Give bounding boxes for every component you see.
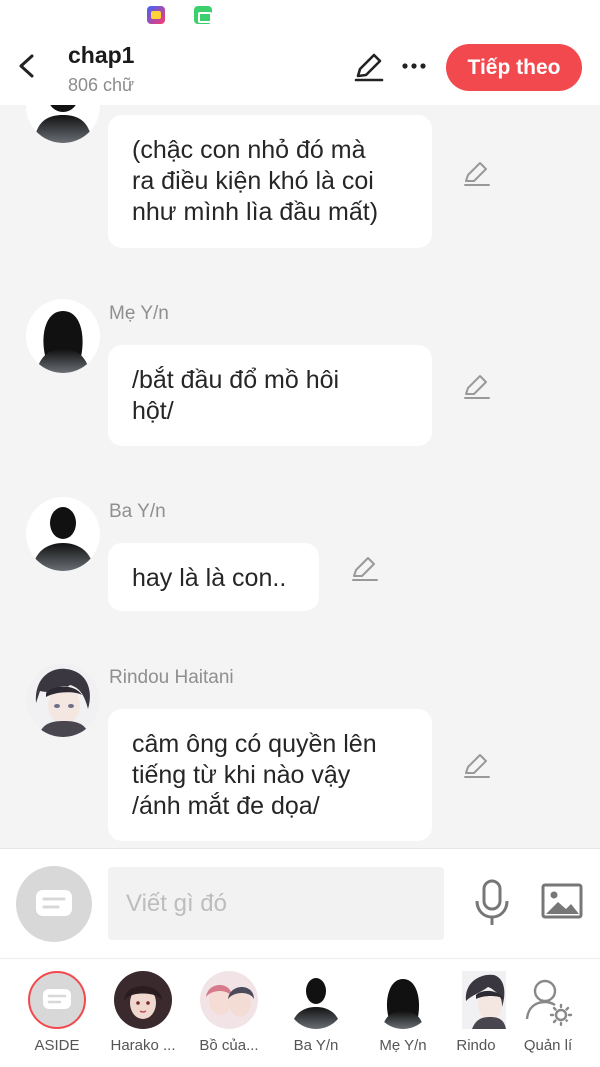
character-bo-cua[interactable]: Bồ của... (189, 971, 269, 1061)
speaker-name: Ba Y/n (109, 501, 166, 522)
silhouette-icon (32, 507, 94, 571)
message-input-bar (0, 848, 600, 958)
edit-chapter-button[interactable] (352, 50, 386, 84)
silhouette-icon (291, 978, 341, 1029)
character-label: ASIDE (34, 1037, 80, 1054)
more-dots-icon (402, 63, 426, 69)
avatar (287, 971, 345, 1029)
silhouette-icon (382, 979, 424, 1029)
manage-characters-button[interactable]: Quản lí (508, 971, 588, 1061)
character-label: Quản lí (523, 1037, 573, 1054)
anime-character-avatar[interactable] (26, 663, 100, 737)
voice-input-button[interactable] (472, 879, 512, 927)
user-settings-icon (525, 979, 573, 1027)
silhouette-icon (36, 311, 90, 373)
anime-portrait-icon (114, 971, 172, 1029)
chat-area[interactable]: (chậc con nhỏ đó mà ra điều kiện khó là … (0, 105, 600, 848)
avatar (462, 971, 506, 1029)
pencil-icon (464, 754, 490, 778)
status-bar (0, 0, 600, 30)
male-silhouette-avatar[interactable] (26, 497, 100, 571)
long-hair-silhouette-avatar[interactable] (26, 299, 100, 373)
android-notification-icon (194, 6, 212, 24)
edit-message-button[interactable] (462, 751, 492, 781)
insert-image-button[interactable] (540, 881, 584, 921)
character-aside[interactable]: ASIDE (17, 971, 97, 1061)
character-label: Ba Y/n (293, 1037, 339, 1054)
chapter-title: chap1 (68, 42, 135, 68)
character-harako[interactable]: Harako ... (103, 971, 183, 1061)
edit-message-button[interactable] (462, 159, 492, 189)
message-bubble[interactable]: /bắt đầu đổ mồ hôi hột/ (108, 345, 432, 446)
back-button[interactable] (12, 48, 44, 84)
silhouette-icon (34, 105, 92, 143)
character-ba-yn[interactable]: Ba Y/n (276, 971, 356, 1061)
anime-portrait-icon (26, 663, 100, 737)
microphone-icon (475, 879, 509, 925)
speaker-name: Mẹ Y/n (109, 303, 169, 324)
speaker-name: Rindou Haitani (109, 667, 234, 688)
edit-message-button[interactable] (350, 554, 380, 584)
top-header: chap1 806 chữ Tiếp theo (0, 30, 600, 105)
chat-bubble-icon (36, 890, 72, 916)
anime-portrait-icon (462, 971, 506, 1029)
avatar (200, 971, 258, 1029)
message-bubble[interactable]: (chậc con nhỏ đó mà ra điều kiện khó là … (108, 115, 432, 248)
message-bubble[interactable]: hay là là con.. (108, 543, 319, 611)
more-options-button[interactable] (398, 50, 430, 82)
chevron-left-icon (19, 54, 34, 78)
character-selector-bar: ASIDE Harako ... Bồ của... Ba Y/n Mẹ Y/n… (0, 958, 600, 1067)
word-count: 806 chữ (68, 75, 135, 95)
chat-bubble-icon (43, 989, 71, 1009)
pencil-icon (464, 375, 490, 399)
app-notification-icon (147, 6, 165, 24)
edit-message-button[interactable] (462, 372, 492, 402)
pencil-icon (354, 53, 384, 82)
dark-silhouette-avatar[interactable] (26, 105, 100, 143)
pencil-icon (464, 162, 490, 186)
manage-avatar (519, 971, 577, 1029)
pencil-icon (352, 557, 378, 581)
image-icon (541, 883, 583, 919)
avatar (114, 971, 172, 1029)
message-input[interactable] (108, 867, 444, 940)
message-bubble[interactable]: câm ông có quyền lên tiếng từ khi nào vậ… (108, 709, 432, 841)
character-label: Harako ... (110, 1037, 176, 1054)
aside-avatar (28, 971, 86, 1029)
character-label: Bồ của... (199, 1037, 259, 1054)
avatar (374, 971, 432, 1029)
anime-portrait-icon (200, 971, 258, 1029)
next-button[interactable]: Tiếp theo (446, 44, 582, 91)
aside-toggle-button[interactable] (16, 866, 92, 942)
